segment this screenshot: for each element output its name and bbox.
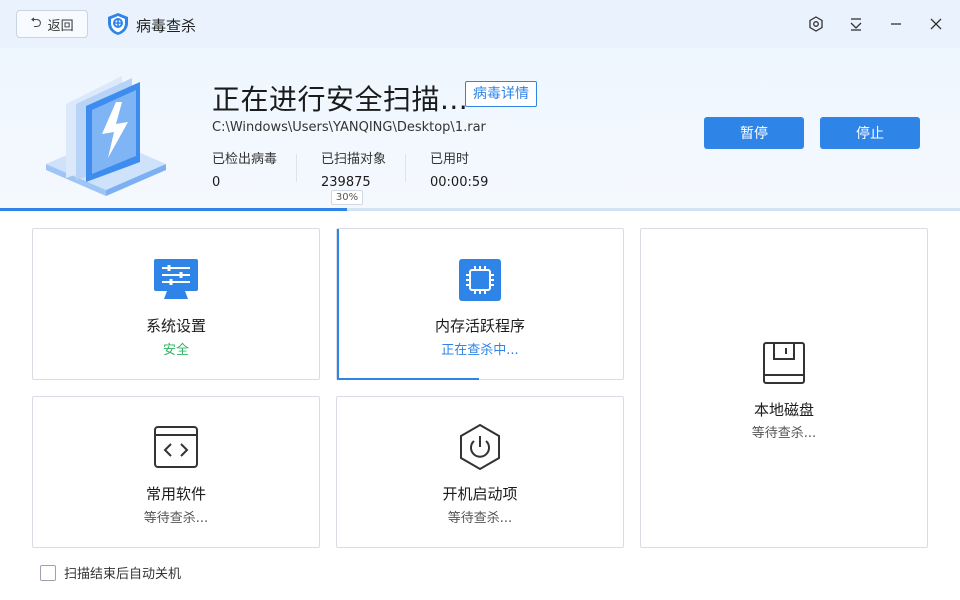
stat-elapsed: 已用时 00:00:59 — [430, 148, 488, 190]
scan-shield-illustration — [46, 76, 166, 196]
back-label: 返回 — [47, 18, 74, 34]
card-title: 内存活跃程序 — [434, 317, 525, 335]
title-bar: ⮌ 返回 病毒查杀 — [0, 0, 960, 48]
auto-shutdown-label: 扫描结束后自动关机 — [64, 567, 182, 582]
stop-button[interactable]: 停止 — [820, 117, 920, 149]
card-title: 常用软件 — [145, 485, 206, 503]
back-button[interactable]: ⮌ 返回 — [16, 10, 88, 38]
card-system-settings[interactable]: 系统设置 安全 — [32, 228, 320, 380]
monitor-sliders-icon — [154, 259, 198, 299]
close-icon[interactable] — [926, 14, 946, 34]
minimize-icon[interactable] — [886, 14, 906, 34]
stat-scanned: 已扫描对象 239875 — [321, 148, 386, 190]
pause-button[interactable]: 暂停 — [704, 117, 804, 149]
card-title: 系统设置 — [145, 317, 206, 335]
card-status: 等待查杀... — [751, 426, 817, 441]
card-startup-items[interactable]: 开机启动项 等待查杀... — [336, 396, 624, 548]
shield-logo-icon — [108, 13, 128, 35]
chip-icon — [459, 259, 501, 301]
stat-label: 已扫描对象 — [321, 152, 387, 167]
app-title: 病毒查杀 — [136, 17, 197, 35]
card-local-disk[interactable]: 本地磁盘 等待查杀... — [640, 228, 928, 548]
card-status: 等待查杀... — [143, 511, 209, 526]
card-title: 本地磁盘 — [753, 401, 814, 419]
scan-title: 正在进行安全扫描... — [212, 83, 469, 116]
card-status: 等待查杀... — [447, 511, 513, 526]
current-scan-path: C:\Windows\Users\YANQING\Desktop\1.rar — [212, 120, 486, 135]
dropdown-icon[interactable] — [846, 14, 866, 34]
auto-shutdown-option[interactable]: 扫描结束后自动关机 — [40, 563, 181, 582]
virus-detail-button[interactable]: 病毒详情 — [465, 81, 537, 107]
divider — [405, 154, 406, 182]
divider — [296, 154, 297, 182]
scan-header: 正在进行安全扫描... 病毒详情 C:\Windows\Users\YANQIN… — [0, 48, 960, 210]
progress-fill — [0, 208, 347, 211]
card-title: 开机启动项 — [442, 485, 518, 503]
active-card-progress — [337, 378, 479, 380]
stat-value: 00:00:59 — [430, 175, 489, 190]
card-status: 安全 — [162, 343, 189, 358]
stat-detected: 已检出病毒 0 — [212, 148, 277, 190]
card-common-software[interactable]: 常用软件 等待查杀... — [32, 396, 320, 548]
disk-icon — [763, 342, 805, 384]
auto-shutdown-checkbox[interactable] — [40, 564, 56, 581]
stat-value: 0 — [212, 175, 221, 190]
active-card-indicator — [337, 229, 339, 379]
back-arrow-icon: ⮌ — [30, 15, 42, 31]
settings-icon[interactable] — [806, 14, 826, 34]
stat-value: 239875 — [321, 175, 371, 190]
stat-label: 已用时 — [430, 152, 470, 167]
power-hexagon-icon — [460, 423, 500, 471]
scan-progress-bar — [0, 208, 960, 211]
stat-label: 已检出病毒 — [212, 152, 278, 167]
progress-percent-badge: 30% — [331, 190, 363, 205]
code-window-icon — [154, 426, 198, 468]
card-memory-processes[interactable]: 内存活跃程序 正在查杀中... — [336, 228, 624, 380]
card-status: 正在查杀中... — [441, 343, 519, 358]
